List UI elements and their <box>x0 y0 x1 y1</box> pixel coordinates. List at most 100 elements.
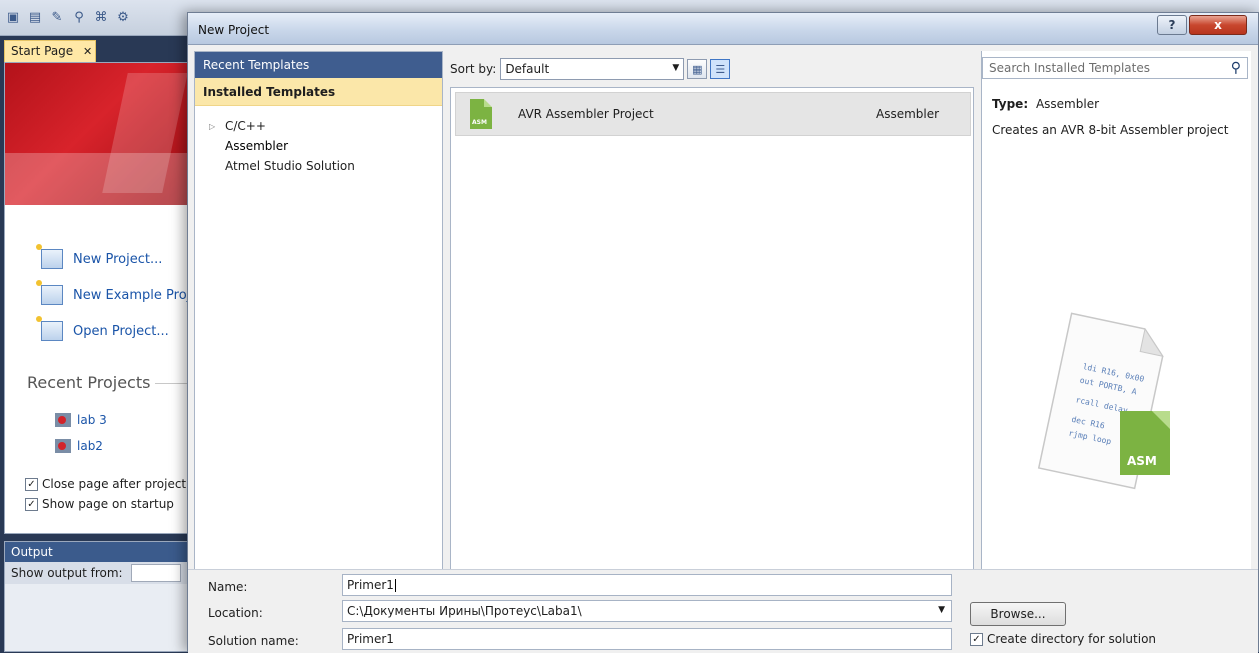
chevron-down-icon: ▼ <box>672 63 680 73</box>
new-project-link[interactable]: New Project... <box>36 241 190 277</box>
type-label: Type: <box>992 97 1029 111</box>
details-view-button[interactable]: ☰ <box>710 59 731 79</box>
tool-toolbar-icon[interactable]: ⚙ <box>114 8 132 26</box>
sort-value: Default <box>505 62 550 76</box>
help-button[interactable]: ? <box>1157 15 1187 35</box>
start-page-links: New Project... New Example Proj Open Pro… <box>36 241 191 349</box>
template-tree: ▷ C/C++ Assembler Atmel Studio Solution <box>195 106 442 176</box>
new-project-dialog: New Project ? x Recent Templates Install… <box>187 12 1259 653</box>
open-project-icon <box>36 316 63 341</box>
template-name: AVR Assembler Project <box>518 107 654 121</box>
find-toolbar-icon[interactable]: ⚲ <box>70 8 88 26</box>
output-title: Output <box>5 542 193 562</box>
dialog-title: New Project <box>198 23 270 37</box>
template-row-avr-assembler[interactable]: ASM AVR Assembler Project Assembler <box>455 92 971 136</box>
new-project-toolbar-icon[interactable]: ▣ <box>4 8 22 26</box>
solution-name-label: Solution name: <box>208 634 299 648</box>
show-page-option[interactable]: ✓ Show page on startup <box>25 497 174 511</box>
template-list: ASM AVR Assembler Project Assembler <box>450 87 974 579</box>
sort-dropdown[interactable]: Default ▼ <box>500 58 685 80</box>
template-list-area: Sort by: Default ▼ ▦ ☰ ASM AVR Assembler… <box>450 51 974 579</box>
output-source-row: Show output from: <box>5 562 193 584</box>
tree-item-c-cpp[interactable]: ▷ C/C++ <box>209 116 442 136</box>
list-view-icon: ☰ <box>715 62 726 76</box>
location-combobox[interactable]: C:\Документы Ирины\Протеус\Laba1\ ▼ <box>342 600 952 622</box>
grid-view-icon: ▦ <box>692 62 703 76</box>
installed-templates-header[interactable]: Installed Templates <box>195 78 442 106</box>
project-form: Name: Primer1 Location: C:\Документы Ири… <box>188 569 1258 653</box>
project-icon <box>55 439 71 453</box>
asm-file-icon-text: ASM <box>472 119 487 126</box>
show-page-label: Show page on startup <box>42 497 174 511</box>
new-project-icon <box>36 244 63 269</box>
start-page: New Project... New Example Proj Open Pro… <box>4 62 196 534</box>
toolbar-icons: ▣ ▤ ✎ ⚲ ⌘ ⚙ <box>4 8 132 26</box>
name-input[interactable]: Primer1 <box>342 574 952 596</box>
start-page-tab[interactable]: Start Page ✕ <box>4 40 96 62</box>
device-toolbar-icon[interactable]: ⌘ <box>92 8 110 26</box>
solution-name-value: Primer1 <box>347 632 394 646</box>
tools-toolbar-icon[interactable]: ✎ <box>48 8 66 26</box>
close-page-option[interactable]: ✓ Close page after project <box>25 477 186 491</box>
location-label: Location: <box>208 606 263 620</box>
recent-projects-title: Recent Projects <box>27 373 196 392</box>
help-icon: ? <box>1168 18 1176 32</box>
close-button[interactable]: x <box>1189 15 1247 35</box>
recent-project-label: lab 3 <box>77 413 107 427</box>
document-fold <box>1139 327 1164 358</box>
create-directory-option[interactable]: ✓ Create directory for solution <box>970 632 1156 646</box>
new-example-project-link-label: New Example Proj <box>73 287 191 303</box>
output-panel: Output Show output from: <box>4 541 194 652</box>
tree-item-assembler[interactable]: Assembler <box>209 136 442 156</box>
text-caret <box>394 579 396 592</box>
close-page-label: Close page after project <box>42 477 187 491</box>
search-icon[interactable]: ⚲ <box>1231 60 1241 76</box>
template-language: Assembler <box>876 107 940 121</box>
recent-project-label: lab2 <box>77 439 103 453</box>
template-description: Creates an AVR 8-bit Assembler project <box>992 123 1229 137</box>
recent-project-item[interactable]: lab 3 <box>55 413 107 427</box>
show-page-checkbox[interactable]: ✓ <box>25 497 38 511</box>
output-source-label: Show output from: <box>11 566 123 580</box>
new-example-project-link[interactable]: New Example Proj <box>36 277 191 313</box>
location-value: C:\Документы Ирины\Протеус\Laba1\ <box>347 604 582 618</box>
recent-templates-header[interactable]: Recent Templates <box>195 52 442 78</box>
large-icons-view-button[interactable]: ▦ <box>687 59 708 79</box>
create-directory-label: Create directory for solution <box>987 632 1157 646</box>
tree-item-label: Atmel Studio Solution <box>225 159 355 173</box>
asm-file-icon: ASM <box>470 99 492 129</box>
open-project-link[interactable]: Open Project... <box>36 313 190 349</box>
close-icon: x <box>1214 18 1222 32</box>
start-page-tab-label: Start Page <box>11 44 74 58</box>
sort-row: Sort by: Default ▼ ▦ ☰ <box>450 57 731 81</box>
new-example-project-icon <box>36 280 63 305</box>
output-source-select[interactable] <box>130 564 181 582</box>
dialog-titlebar[interactable]: New Project ? x <box>188 13 1258 45</box>
banner-glow <box>5 153 195 205</box>
template-type: Type: Assembler <box>992 97 1099 111</box>
new-project-link-label: New Project... <box>73 251 163 267</box>
template-categories-pane: Recent Templates Installed Templates ▷ C… <box>194 51 443 579</box>
tree-item-label: C/C++ <box>225 119 266 133</box>
solution-name-input[interactable]: Primer1 <box>342 628 952 650</box>
recent-project-item[interactable]: lab2 <box>55 439 103 453</box>
type-value: Assembler <box>1035 97 1100 111</box>
chevron-down-icon[interactable]: ▼ <box>938 605 945 615</box>
search-placeholder: Search Installed Templates <box>989 61 1150 75</box>
search-templates-input[interactable]: Search Installed Templates ⚲ <box>982 57 1248 79</box>
tree-item-atmel-studio-solution[interactable]: Atmel Studio Solution <box>209 156 442 176</box>
close-page-checkbox[interactable]: ✓ <box>25 477 38 491</box>
start-page-banner <box>5 63 195 205</box>
open-project-link-label: Open Project... <box>73 323 169 339</box>
sort-label: Sort by: <box>450 62 497 76</box>
asm-badge-label: ASM <box>1127 454 1157 468</box>
create-directory-checkbox[interactable]: ✓ <box>970 632 983 646</box>
browse-button-label: Browse... <box>990 607 1046 621</box>
name-input-value: Primer1 <box>347 578 394 592</box>
browse-button[interactable]: Browse... <box>970 602 1066 626</box>
close-tab-icon[interactable]: ✕ <box>83 45 92 58</box>
tree-item-label: Assembler <box>225 139 289 153</box>
name-label: Name: <box>208 580 248 594</box>
expand-arrow-icon[interactable]: ▷ <box>209 122 225 131</box>
open-toolbar-icon[interactable]: ▤ <box>26 8 44 26</box>
